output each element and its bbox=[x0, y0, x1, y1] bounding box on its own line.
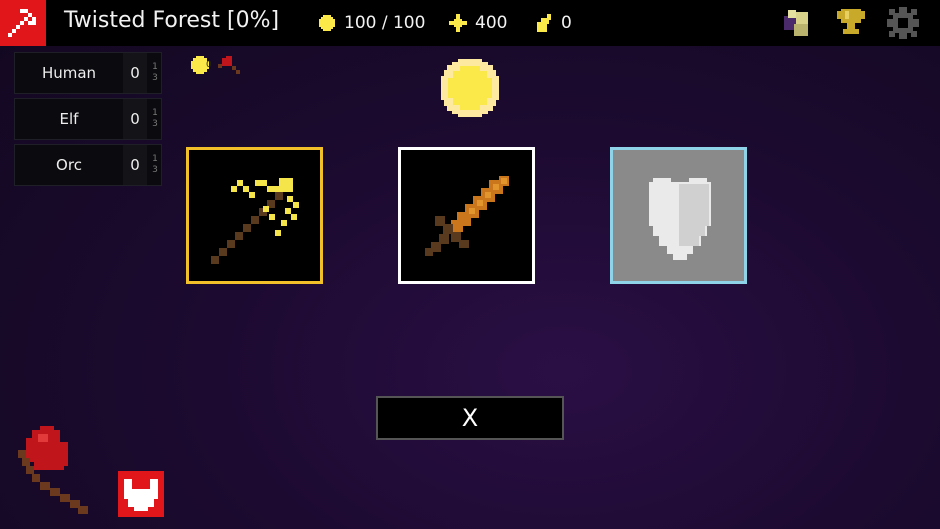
race-count: 0 bbox=[123, 145, 147, 185]
level-title: Twisted Forest [0%] bbox=[64, 8, 280, 33]
race-fraction: 1 3 bbox=[151, 154, 159, 176]
stars-value: 400 bbox=[475, 13, 508, 33]
close-button[interactable]: X bbox=[376, 396, 564, 440]
race-count: 0 bbox=[123, 99, 147, 139]
fraction-bottom: 3 bbox=[152, 73, 158, 83]
gear-icon[interactable] bbox=[886, 6, 920, 40]
choice-white-shield[interactable] bbox=[610, 147, 747, 284]
fraction-bottom: 3 bbox=[152, 119, 158, 129]
fraction-top: 1 bbox=[152, 62, 158, 72]
sun-orb-icon bbox=[441, 59, 499, 117]
gold-pouch-icon bbox=[537, 14, 551, 32]
race-name: Elf bbox=[59, 110, 79, 128]
stars-stat: 400 bbox=[447, 12, 507, 34]
fraction-top: 1 bbox=[152, 108, 158, 118]
orb-and-axe-icon bbox=[191, 56, 240, 74]
trophy-icon[interactable] bbox=[834, 6, 868, 40]
bronze-sword-icon bbox=[425, 176, 509, 256]
race-name: Orc bbox=[56, 156, 82, 174]
equipped-red-axe-icon[interactable] bbox=[14, 424, 96, 520]
race-panel: Human 0 1 3 Elf 0 1 3 Orc 0 1 3 bbox=[14, 52, 162, 186]
fraction-bottom: 3 bbox=[152, 165, 158, 175]
gold-stat: 0 bbox=[533, 12, 572, 34]
race-row-elf[interactable]: Elf 0 1 3 bbox=[14, 98, 162, 140]
gold-value: 0 bbox=[561, 13, 572, 33]
hammer-icon bbox=[8, 9, 36, 37]
mini-indicator: 0 bbox=[190, 54, 246, 78]
star-icon bbox=[449, 14, 467, 32]
race-fraction: 1 3 bbox=[151, 62, 159, 84]
map-icon[interactable] bbox=[782, 6, 816, 40]
race-count: 0 bbox=[123, 53, 147, 93]
menu-button[interactable] bbox=[0, 0, 46, 46]
sun-icon bbox=[319, 15, 335, 31]
health-stat: 100 / 100 bbox=[316, 12, 425, 34]
health-value: 100 / 100 bbox=[344, 13, 426, 33]
fraction-top: 1 bbox=[152, 154, 158, 164]
choice-golden-axe[interactable] bbox=[186, 147, 323, 284]
equipped-armor-slot[interactable] bbox=[118, 471, 164, 517]
race-fraction: 1 3 bbox=[151, 108, 159, 130]
race-name: Human bbox=[41, 64, 97, 82]
race-row-human[interactable]: Human 0 1 3 bbox=[14, 52, 162, 94]
choice-bronze-sword[interactable] bbox=[398, 147, 535, 284]
top-bar: Twisted Forest [0%] 100 / 100 400 0 bbox=[0, 0, 940, 46]
golden-axe-icon bbox=[211, 178, 299, 264]
race-row-orc[interactable]: Orc 0 1 3 bbox=[14, 144, 162, 186]
mini-counter: 0 bbox=[206, 60, 212, 70]
white-shield-icon bbox=[649, 178, 711, 260]
armor-icon bbox=[124, 479, 158, 511]
